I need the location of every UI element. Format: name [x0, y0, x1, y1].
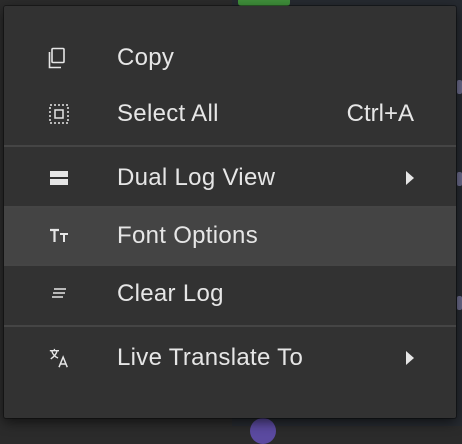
menu-item-select-all[interactable]: Select All Ctrl+A [4, 86, 456, 142]
menu-separator [4, 325, 456, 327]
menu-item-font-options[interactable]: Font Options [4, 208, 456, 264]
dual-view-icon [48, 167, 70, 189]
submenu-arrow-icon [406, 171, 414, 185]
menu-item-label: Dual Log View [117, 164, 276, 191]
select-all-icon [48, 103, 70, 125]
font-icon [48, 225, 70, 247]
background-avatar [250, 418, 276, 444]
background-scroll-mark [457, 296, 462, 310]
context-menu: Copy Select All Ctrl+A Dual Log View Fon… [4, 6, 456, 418]
menu-item-label: Clear Log [117, 280, 224, 307]
menu-separator [4, 145, 456, 147]
copy-icon [48, 47, 70, 69]
menu-item-label: Live Translate To [117, 344, 304, 371]
clear-icon [48, 283, 70, 305]
menu-item-copy[interactable]: Copy [4, 30, 456, 86]
menu-item-clear-log[interactable]: Clear Log [4, 266, 456, 322]
menu-item-live-translate[interactable]: Live Translate To [4, 330, 456, 386]
menu-item-label: Select All [117, 100, 219, 127]
menu-item-label: Font Options [117, 222, 259, 249]
background-scroll-mark [457, 172, 462, 186]
submenu-arrow-icon [406, 351, 414, 365]
menu-item-dual-log-view[interactable]: Dual Log View [4, 150, 456, 206]
menu-item-label: Copy [117, 44, 175, 71]
translate-icon [48, 347, 70, 369]
shortcut-hint: Ctrl+A [346, 100, 414, 127]
background-scroll-mark [457, 80, 462, 94]
